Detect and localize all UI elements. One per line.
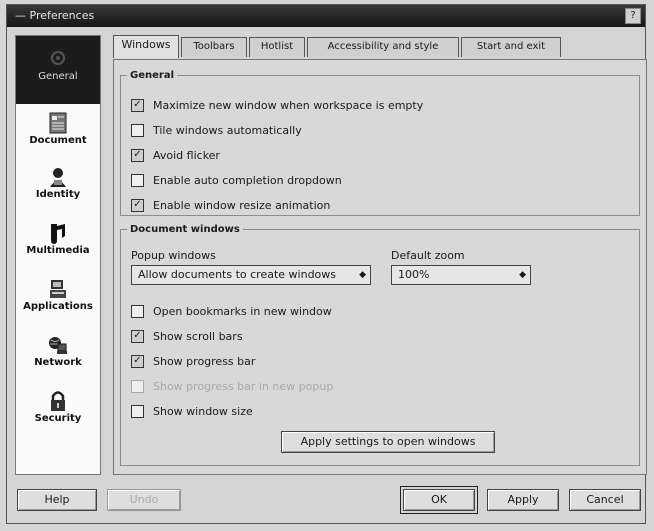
checkbox-disabled (131, 379, 144, 393)
undo-button: Undo (107, 489, 181, 511)
checkbox-unchecked[interactable] (131, 123, 144, 137)
sidebar-item-general[interactable]: General (16, 36, 100, 104)
document-windows-group-title: Document windows (130, 224, 240, 235)
checkbox-unchecked[interactable] (131, 404, 144, 418)
windows-tab-panel: General ✓ Maximize new window when worksp… (113, 59, 647, 475)
tab-hotlist[interactable]: Hotlist (249, 37, 305, 57)
progress-bar-popup-checkbox: Show progress bar in new popup (131, 379, 333, 398)
window-title: — Preferences (15, 9, 95, 22)
ok-button[interactable]: OK (400, 486, 478, 514)
show-window-size-checkbox[interactable]: Show window size (131, 404, 253, 423)
preferences-window: — Preferences ? General Document Identit… (6, 4, 647, 524)
security-icon (51, 391, 65, 411)
auto-completion-dropdown-checkbox[interactable]: Enable auto completion dropdown (131, 173, 342, 192)
checkbox-unchecked[interactable] (131, 173, 144, 187)
tab-accessibility-and-style[interactable]: Accessibility and style (307, 37, 459, 57)
applications-icon (50, 280, 66, 298)
window-menu-icon[interactable]: — (15, 9, 26, 22)
document-icon (49, 112, 67, 134)
cancel-button[interactable]: Cancel (569, 489, 641, 511)
tab-start-and-exit[interactable]: Start and exit (461, 37, 561, 57)
sidebar-item-network[interactable]: Network (16, 334, 100, 368)
select-arrow-icon: ◆ (359, 270, 366, 280)
multimedia-icon (51, 224, 65, 244)
select-arrow-icon: ◆ (519, 270, 526, 280)
tab-toolbars[interactable]: Toolbars (181, 37, 247, 57)
general-icon (51, 51, 65, 65)
apply-settings-to-open-windows-button[interactable]: Apply settings to open windows (281, 431, 495, 453)
sidebar-item-identity[interactable]: Identity (16, 166, 100, 200)
checkbox-checked[interactable]: ✓ (131, 354, 144, 368)
default-zoom-label: Default zoom (391, 249, 465, 262)
help-button[interactable]: Help (17, 489, 97, 511)
checkbox-checked[interactable]: ✓ (131, 329, 144, 343)
open-bookmarks-new-window-checkbox[interactable]: Open bookmarks in new window (131, 304, 332, 323)
default-zoom-select[interactable]: 100% ◆ (391, 265, 531, 285)
network-icon (49, 337, 67, 354)
popup-windows-label: Popup windows (131, 249, 216, 262)
tab-windows[interactable]: Windows (113, 35, 179, 58)
category-sidebar: General Document Identity Multimedia App… (15, 35, 101, 475)
title-bar[interactable]: — Preferences ? (7, 5, 645, 27)
checkbox-checked[interactable]: ✓ (131, 148, 144, 162)
identity-icon (50, 168, 66, 187)
sidebar-item-applications[interactable]: Applications (16, 278, 100, 312)
avoid-flicker-checkbox[interactable]: ✓ Avoid flicker (131, 148, 220, 167)
show-progress-bar-checkbox[interactable]: ✓ Show progress bar (131, 354, 255, 373)
sidebar-item-multimedia[interactable]: Multimedia (16, 222, 100, 256)
general-group-title: General (130, 70, 174, 81)
checkbox-unchecked[interactable] (131, 304, 144, 318)
sidebar-item-security[interactable]: Security (16, 390, 100, 424)
checkbox-checked[interactable]: ✓ (131, 98, 144, 112)
document-windows-group: Document windows Popup windows Allow doc… (120, 224, 640, 466)
tile-windows-checkbox[interactable]: Tile windows automatically (131, 123, 302, 142)
window-resize-animation-checkbox[interactable]: ✓ Enable window resize animation (131, 198, 330, 217)
general-group: General ✓ Maximize new window when worksp… (120, 70, 640, 216)
apply-button[interactable]: Apply (487, 489, 559, 511)
help-titlebar-button[interactable]: ? (625, 8, 641, 24)
sidebar-item-document[interactable]: Document (16, 112, 100, 146)
maximize-new-window-checkbox[interactable]: ✓ Maximize new window when workspace is e… (131, 98, 423, 117)
popup-windows-select[interactable]: Allow documents to create windows ◆ (131, 265, 371, 285)
checkbox-checked[interactable]: ✓ (131, 198, 144, 212)
show-scroll-bars-checkbox[interactable]: ✓ Show scroll bars (131, 329, 243, 348)
